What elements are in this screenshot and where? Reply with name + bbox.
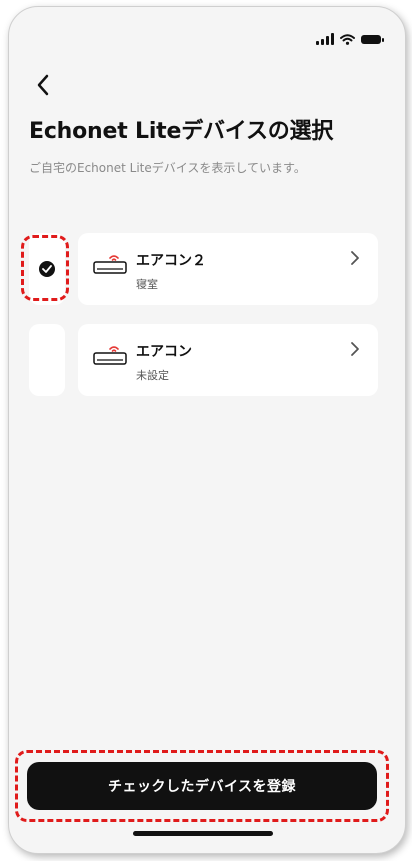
device-card-1[interactable]: エアコン２ 寝室 — [78, 233, 378, 305]
cellular-signal-icon — [316, 33, 334, 45]
battery-icon — [361, 34, 384, 44]
register-button[interactable]: チェックしたデバイスを登録 — [27, 762, 377, 810]
device-room: 未設定 — [136, 369, 169, 382]
chevron-left-icon — [37, 74, 49, 96]
home-indicator — [133, 831, 273, 836]
device-checkbox-1[interactable] — [29, 233, 65, 305]
phone-screen: Echonet Liteデバイスの選択 ご自宅のEchonet Liteデバイス… — [8, 6, 406, 854]
page-subtitle: ご自宅のEchonet Liteデバイスを表示しています。 — [29, 161, 306, 175]
checkmark-icon — [39, 261, 55, 277]
device-checkbox-2[interactable] — [29, 324, 65, 396]
device-name: エアコン — [136, 344, 192, 360]
wifi-icon — [340, 33, 355, 45]
air-conditioner-icon — [93, 346, 127, 365]
status-bar — [316, 33, 384, 45]
device-card-2[interactable]: エアコン 未設定 — [78, 324, 378, 396]
chevron-right-icon — [351, 251, 359, 265]
chevron-right-icon — [351, 342, 359, 356]
air-conditioner-icon — [93, 255, 127, 274]
page-title: Echonet Liteデバイスの選択 — [29, 119, 334, 144]
device-room: 寝室 — [136, 278, 158, 291]
back-button[interactable] — [27, 69, 59, 101]
device-name: エアコン２ — [136, 253, 206, 269]
